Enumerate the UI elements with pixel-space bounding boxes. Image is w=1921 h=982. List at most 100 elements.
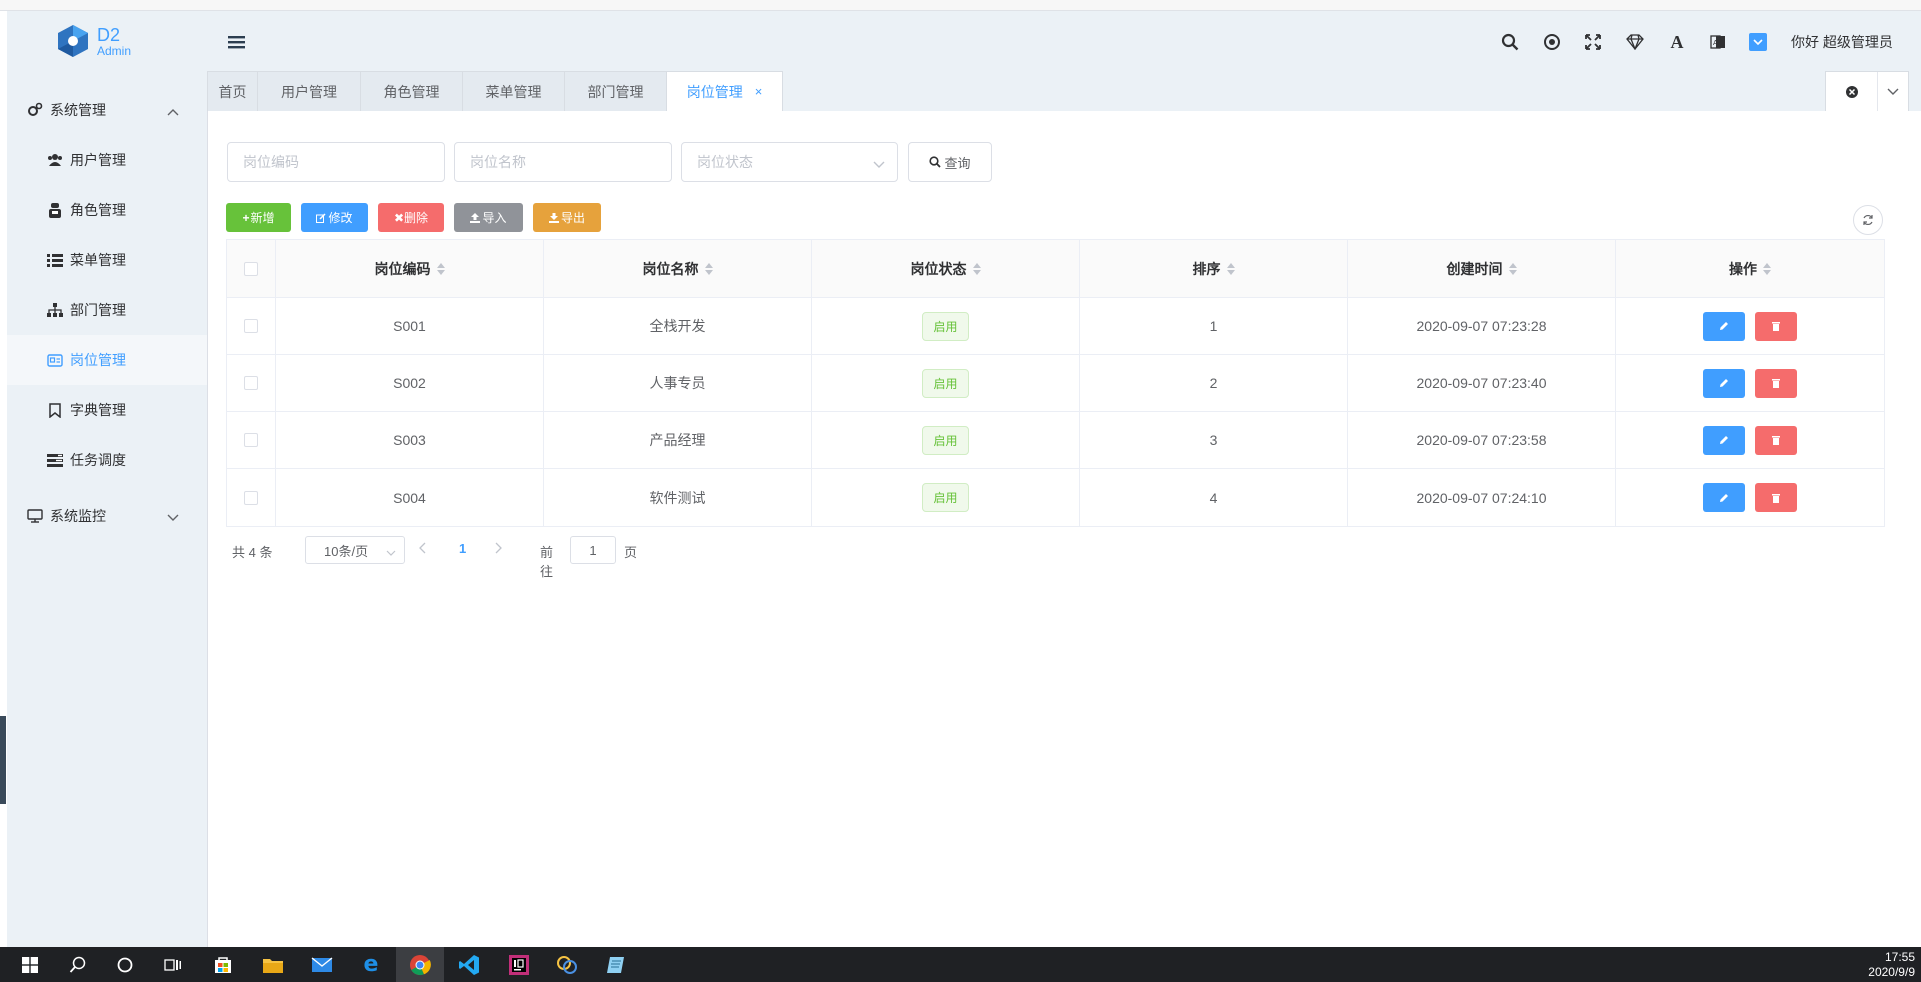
edge-browser-icon[interactable]: e (347, 947, 395, 982)
header-label: 岗位状态 (910, 260, 967, 277)
sort-icon[interactable] (1226, 262, 1235, 275)
header-status[interactable]: 岗位状态 (812, 240, 1080, 297)
cell-code: S004 (276, 469, 544, 526)
position-name-field[interactable] (455, 143, 671, 181)
logo-sub-text: Admin (97, 43, 132, 58)
row-delete-button[interactable] (1755, 311, 1797, 341)
sort-icon[interactable] (436, 262, 445, 275)
menu-group-system[interactable]: 系统管理 (7, 85, 207, 135)
sort-icon[interactable] (972, 262, 981, 275)
row-checkbox[interactable] (244, 376, 258, 390)
current-page-number[interactable]: 1 (459, 541, 466, 556)
header-code[interactable]: 岗位编码 (276, 240, 544, 297)
tab-close-icon[interactable]: × (755, 84, 763, 99)
position-code-input[interactable] (227, 142, 445, 182)
mail-icon[interactable] (298, 947, 346, 982)
taskbar-search-icon[interactable] (54, 947, 102, 982)
row-delete-button[interactable] (1755, 483, 1797, 512)
delete-button[interactable]: ✖ 删除 (378, 203, 444, 232)
menu-group-monitor[interactable]: 系统监控 (7, 491, 207, 541)
intellij-icon[interactable] (495, 947, 543, 982)
next-page-icon[interactable] (494, 542, 502, 557)
diamond-icon[interactable] (1623, 30, 1647, 54)
notepad-icon[interactable] (592, 947, 640, 982)
language-icon[interactable]: A (1706, 30, 1730, 54)
query-button[interactable]: 查询 (908, 142, 992, 182)
tab-departments[interactable]: 部门管理 (564, 71, 667, 111)
cortana-icon[interactable] (101, 947, 149, 982)
select-all-checkbox[interactable] (244, 261, 258, 276)
row-delete-button[interactable] (1755, 425, 1797, 455)
sidebar-item-departments[interactable]: 部门管理 (7, 285, 207, 335)
theme-toggle-icon[interactable] (1746, 30, 1770, 54)
sidebar-item-dictionary[interactable]: 字典管理 (7, 385, 207, 435)
windows-start-icon[interactable] (6, 947, 54, 982)
prev-page-icon[interactable] (419, 542, 427, 557)
sidebar-item-roles[interactable]: 角色管理 (7, 185, 207, 235)
position-status-select[interactable] (681, 142, 898, 182)
position-name-input[interactable] (454, 142, 672, 182)
font-icon[interactable]: A (1665, 30, 1689, 54)
tab-positions[interactable]: 岗位管理 × (666, 71, 783, 111)
tab-label: 岗位管理 (686, 83, 743, 100)
pencil-icon (1720, 379, 1728, 387)
import-button[interactable]: 导入 (454, 203, 523, 232)
table-row[interactable]: S003 产品经理 启用 3 2020-09-07 07:23:58 (227, 412, 1884, 469)
refresh-icon[interactable] (1853, 205, 1883, 235)
export-button[interactable]: 导出 (533, 203, 601, 232)
app-circles-icon[interactable] (543, 947, 591, 982)
sidebar-item-label: 字典管理 (70, 402, 126, 418)
user-greeting[interactable]: 你好 超级管理员 (1791, 32, 1893, 52)
logo[interactable]: D2 Admin (55, 21, 131, 61)
menu-toggle-icon[interactable] (227, 33, 251, 57)
sidebar-item-positions[interactable]: 岗位管理 (7, 335, 207, 385)
row-edit-button[interactable] (1703, 311, 1745, 341)
sidebar-item-users[interactable]: 用户管理 (7, 135, 207, 185)
sort-icon[interactable] (1508, 262, 1517, 275)
position-code-field[interactable] (228, 143, 444, 181)
store-icon[interactable] (199, 947, 247, 982)
position-status-field[interactable] (682, 143, 897, 181)
tab-roles[interactable]: 角色管理 (360, 71, 463, 111)
tab-users[interactable]: 用户管理 (257, 71, 361, 111)
tab-home[interactable]: 首页 (207, 71, 258, 111)
goto-page-input[interactable]: 1 (570, 536, 616, 564)
table-row[interactable]: S001 全栈开发 启用 1 2020-09-07 07:23:28 (227, 298, 1884, 355)
trash-icon (1772, 379, 1780, 388)
header-name[interactable]: 岗位名称 (544, 240, 812, 297)
add-button[interactable]: + 新增 (226, 203, 291, 232)
edit-button[interactable]: 修改 (301, 203, 368, 232)
row-edit-button[interactable] (1703, 368, 1745, 398)
sort-icon[interactable] (704, 262, 713, 275)
file-explorer-icon[interactable] (249, 947, 297, 982)
task-view-icon[interactable] (149, 947, 197, 982)
sidebar-item-tasks[interactable]: 任务调度 (7, 435, 207, 485)
system-clock[interactable]: 17:55 2020/9/9 (1868, 950, 1915, 980)
header-sort[interactable]: 排序 (1080, 240, 1348, 297)
table-row[interactable]: S004 软件测试 启用 4 2020-09-07 07:24:10 (227, 469, 1884, 526)
chrome-browser-icon[interactable] (396, 947, 444, 982)
row-checkbox[interactable] (244, 319, 258, 333)
status-badge: 启用 (922, 425, 969, 455)
vscode-icon[interactable] (445, 947, 493, 982)
tab-menus[interactable]: 菜单管理 (462, 71, 565, 111)
sidebar-item-menus[interactable]: 菜单管理 (7, 235, 207, 285)
row-edit-button[interactable] (1703, 483, 1745, 512)
search-icon[interactable] (1498, 30, 1522, 54)
page-size-select[interactable]: 10条/页 (305, 536, 405, 564)
row-delete-button[interactable] (1755, 368, 1797, 398)
close-all-tabs-icon[interactable] (1826, 72, 1878, 111)
table-row[interactable]: S002 人事专员 启用 2 2020-09-07 07:23:40 (227, 355, 1884, 412)
header-created[interactable]: 创建时间 (1348, 240, 1616, 297)
header-label: 排序 (1192, 260, 1221, 277)
fullscreen-icon[interactable] (1581, 30, 1605, 54)
dot-circle-icon[interactable] (1540, 30, 1564, 54)
row-checkbox[interactable] (244, 490, 258, 505)
row-edit-button[interactable] (1703, 425, 1745, 455)
header-actions[interactable]: 操作 (1616, 240, 1884, 297)
sort-icon[interactable] (1763, 262, 1771, 275)
edit-icon (316, 212, 327, 223)
tab-bar: 首页 用户管理 角色管理 菜单管理 部门管理 岗位管理 × (207, 71, 783, 111)
row-checkbox[interactable] (244, 433, 258, 447)
tab-menu-chevron-icon[interactable] (1878, 72, 1908, 111)
